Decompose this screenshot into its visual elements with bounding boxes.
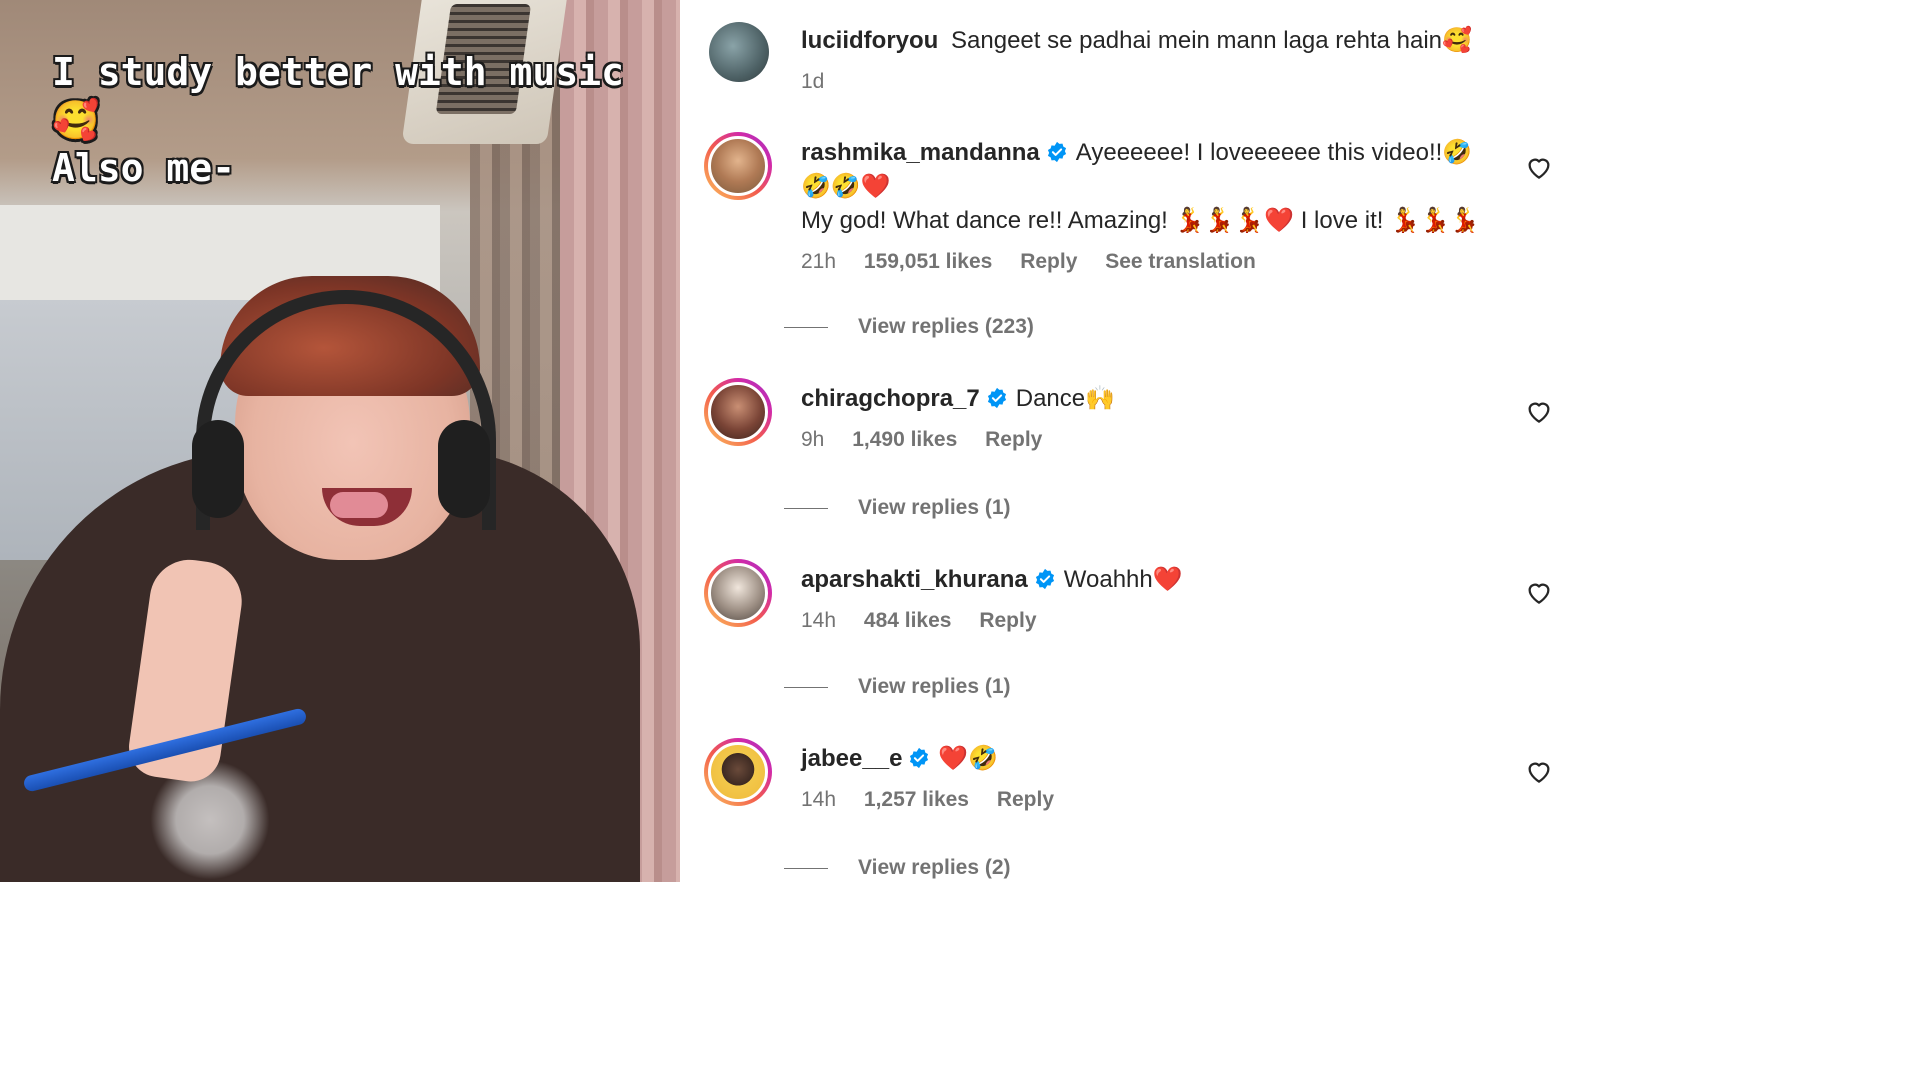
comment-body: rashmika_mandanna Ayeeeeee! I loveeeeee t… xyxy=(801,136,1484,276)
comment-timestamp[interactable]: 14h xyxy=(801,609,836,632)
overlay-line-1: I study better with music xyxy=(52,50,624,94)
comment-timestamp[interactable]: 14h xyxy=(801,788,836,811)
comment-meta: 1d xyxy=(801,68,1484,96)
comment-username[interactable]: aparshakti_khurana xyxy=(801,566,1028,593)
video-tongue xyxy=(330,492,388,518)
heart-outline-icon[interactable] xyxy=(1524,152,1554,182)
avatar[interactable] xyxy=(704,738,772,806)
view-replies-button[interactable]: View replies (1) xyxy=(784,675,1011,699)
comment-body: jabee__e ❤️🤣 14h 1,257 likes Reply xyxy=(801,742,1484,814)
comment-text: Ayeeeeee! I loveeeeee this video!!🤣 xyxy=(1075,139,1473,166)
comment-username[interactable]: jabee__e xyxy=(801,745,902,772)
reply-button[interactable]: Reply xyxy=(997,788,1054,811)
reply-button[interactable]: Reply xyxy=(979,609,1036,632)
comment-body: luciidforyou Sangeet se padhai mein mann… xyxy=(801,24,1484,96)
comment-body: chiragchopra_7 Dance🙌 9h 1,490 likes Repl… xyxy=(801,382,1484,454)
heart-outline-icon[interactable] xyxy=(1524,396,1554,426)
view-replies-dash xyxy=(784,686,828,688)
view-replies-button[interactable]: View replies (223) xyxy=(784,315,1034,339)
comment-username[interactable]: luciidforyou xyxy=(801,27,938,54)
headphone-cup-left xyxy=(192,420,244,518)
comment-text: Woahhh❤️ xyxy=(1063,566,1183,593)
reply-button[interactable]: Reply xyxy=(1020,250,1077,273)
comment-timestamp[interactable]: 21h xyxy=(801,250,836,273)
avatar[interactable] xyxy=(704,559,772,627)
instagram-reel-view: I study better with music 🥰 Also me- luc… xyxy=(0,0,1564,882)
overlay-line-3: Also me- xyxy=(52,146,236,190)
comment-meta: 14h 484 likes Reply xyxy=(801,607,1484,635)
view-replies-button[interactable]: View replies (1) xyxy=(784,496,1011,520)
comment-username[interactable]: rashmika_mandanna xyxy=(801,139,1040,166)
comment-likes[interactable]: 484 likes xyxy=(864,609,952,632)
comment-timestamp[interactable]: 1d xyxy=(801,70,824,93)
video-caption-overlay: I study better with music 🥰 Also me- xyxy=(52,48,624,192)
verified-badge-icon xyxy=(1035,568,1054,590)
comment-body: aparshakti_khurana Woahhh❤️ 14h 484 likes… xyxy=(801,563,1484,635)
reel-video[interactable]: I study better with music 🥰 Also me- xyxy=(0,0,680,882)
comment-likes[interactable]: 1,490 likes xyxy=(852,428,957,451)
overlay-line-2: 🥰 xyxy=(52,98,100,142)
verified-badge-icon xyxy=(987,387,1006,409)
comment-timestamp[interactable]: 9h xyxy=(801,428,824,451)
verified-badge-icon xyxy=(910,747,929,769)
comment-text-line-3: My god! What dance re!! Amazing! 💃💃💃❤️ I… xyxy=(801,207,1480,234)
avatar[interactable] xyxy=(709,22,769,82)
comment-likes[interactable]: 159,051 likes xyxy=(864,250,992,273)
comment-username[interactable]: chiragchopra_7 xyxy=(801,385,980,412)
comment-meta: 21h 159,051 likes Reply See translation xyxy=(801,248,1484,276)
view-replies-dash xyxy=(784,867,828,869)
headphone-cup-right xyxy=(438,420,490,518)
avatar[interactable] xyxy=(704,132,772,200)
view-replies-dash xyxy=(784,507,828,509)
comment-meta: 9h 1,490 likes Reply xyxy=(801,426,1484,454)
avatar[interactable] xyxy=(704,378,772,446)
reply-button[interactable]: Reply xyxy=(985,428,1042,451)
comment-text: Sangeet se padhai mein mann laga rehta h… xyxy=(951,27,1472,54)
verified-badge-icon xyxy=(1047,141,1066,163)
comment-text: ❤️🤣 xyxy=(938,745,999,772)
comment-meta: 14h 1,257 likes Reply xyxy=(801,786,1484,814)
heart-outline-icon[interactable] xyxy=(1524,577,1554,607)
comment-likes[interactable]: 1,257 likes xyxy=(864,788,969,811)
view-replies-dash xyxy=(784,326,828,328)
comment-text: Dance🙌 xyxy=(1015,385,1115,412)
view-replies-label: View replies (2) xyxy=(858,856,1011,879)
view-replies-label: View replies (1) xyxy=(858,675,1011,698)
comments-panel: luciidforyou Sangeet se padhai mein mann… xyxy=(680,0,1564,882)
view-replies-label: View replies (1) xyxy=(858,496,1011,519)
view-replies-button[interactable]: View replies (2) xyxy=(784,856,1011,880)
heart-outline-icon[interactable] xyxy=(1524,756,1554,786)
comment-text-line-2: 🤣🤣❤️ xyxy=(801,173,891,200)
view-replies-label: View replies (223) xyxy=(858,315,1034,338)
see-translation-button[interactable]: See translation xyxy=(1105,250,1256,273)
